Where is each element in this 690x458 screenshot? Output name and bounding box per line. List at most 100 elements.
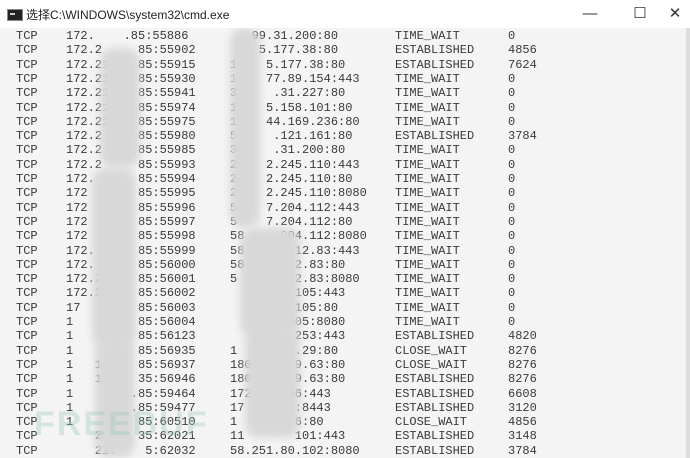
protocol: TCP [16, 157, 38, 172]
pid: 8276 [508, 372, 537, 387]
state: ESTABLISHED [395, 443, 475, 458]
state: ESTABLISHED [395, 400, 475, 415]
protocol: TCP [16, 300, 38, 315]
local-address: 172. .85:55886 [66, 29, 189, 43]
title-bar: 选择C:\WINDOWS\system32\cmd.exe — ☐ ✕ [0, 0, 690, 29]
protocol: TCP [16, 129, 38, 144]
pid: 0 [508, 114, 516, 129]
protocol: TCP [16, 243, 38, 258]
protocol: TCP [16, 343, 38, 358]
state: CLOSE_WAIT [395, 357, 468, 372]
protocol: TCP [16, 443, 38, 458]
redaction-blur [230, 28, 260, 228]
protocol: TCP [16, 257, 38, 272]
watermark: FREEBUF [34, 405, 209, 443]
state: CLOSE_WAIT [395, 415, 468, 430]
pid: 0 [508, 286, 516, 301]
protocol: TCP [16, 172, 38, 186]
state: TIME_WAIT [395, 257, 460, 272]
state: TIME_WAIT [395, 143, 460, 158]
state: TIME_WAIT [395, 214, 460, 229]
console-output[interactable]: TCP 172. .85:55886 99.31.200:80 TIME_WAIT 0… [0, 28, 690, 458]
pid: 8276 [508, 343, 537, 358]
protocol: TCP [16, 329, 38, 344]
state: TIME_WAIT [395, 229, 460, 244]
pid: 0 [508, 315, 516, 329]
pid: 4820 [508, 329, 537, 344]
state: TIME_WAIT [395, 172, 460, 186]
pid: 0 [508, 86, 516, 101]
pid: 0 [508, 186, 516, 201]
pid: 0 [508, 257, 516, 272]
console-icon [7, 9, 23, 21]
pid: 0 [508, 300, 516, 315]
state: CLOSE_WAIT [395, 343, 468, 358]
pid: 3148 [508, 429, 537, 444]
protocol: TCP [16, 86, 38, 101]
redaction-blur [92, 168, 136, 348]
pid: 3784 [508, 129, 537, 144]
protocol: TCP [16, 315, 38, 329]
pid: 0 [508, 243, 516, 258]
pid: 0 [508, 143, 516, 158]
state: TIME_WAIT [395, 200, 460, 215]
pid: 4856 [508, 415, 537, 430]
protocol: TCP [16, 114, 38, 129]
state: TIME_WAIT [395, 186, 460, 201]
state: ESTABLISHED [395, 386, 475, 401]
protocol: TCP [16, 71, 38, 86]
protocol: TCP [16, 372, 38, 387]
protocol: TCP [16, 57, 38, 72]
pid: 0 [508, 229, 516, 244]
state: TIME_WAIT [395, 86, 460, 101]
pid: 0 [508, 200, 516, 215]
pid: 0 [508, 272, 516, 287]
state: TIME_WAIT [395, 272, 460, 287]
protocol: TCP [16, 272, 38, 287]
pid: 0 [508, 214, 516, 229]
state: ESTABLISHED [395, 329, 475, 344]
state: ESTABLISHED [395, 429, 475, 444]
pid: 0 [508, 71, 516, 86]
table-row: TCP 172. .85:55886 99.31.200:80 TIME_WAIT 0 [0, 29, 680, 43]
pid: 6608 [508, 386, 537, 401]
state: ESTABLISHED [395, 57, 475, 72]
protocol: TCP [16, 100, 38, 115]
pid: 3120 [508, 400, 537, 415]
protocol: TCP [16, 200, 38, 215]
protocol: TCP [16, 43, 38, 58]
protocol: TCP [16, 286, 38, 301]
pid: 4856 [508, 43, 537, 58]
state: ESTABLISHED [395, 372, 475, 387]
maximize-button[interactable]: ☐ [620, 2, 660, 26]
pid: 0 [508, 29, 516, 43]
redaction-blur [240, 228, 300, 338]
protocol: TCP [16, 229, 38, 244]
state: TIME_WAIT [395, 315, 460, 329]
state: TIME_WAIT [395, 157, 460, 172]
state: TIME_WAIT [395, 100, 460, 115]
foreign-address: 58.251.80.102:8080 [230, 443, 360, 458]
state: TIME_WAIT [395, 29, 460, 43]
state: TIME_WAIT [395, 300, 460, 315]
redaction-blur [100, 48, 140, 168]
state: ESTABLISHED [395, 43, 475, 58]
pid: 7624 [508, 57, 537, 72]
protocol: TCP [16, 29, 38, 43]
protocol: TCP [16, 143, 38, 158]
pid: 0 [508, 172, 516, 186]
pid: 8276 [508, 357, 537, 372]
state: ESTABLISHED [395, 129, 475, 144]
redaction-blur [245, 328, 300, 438]
pid: 0 [508, 100, 516, 115]
protocol: TCP [16, 186, 38, 201]
state: TIME_WAIT [395, 286, 460, 301]
minimize-button[interactable]: — [570, 2, 610, 26]
protocol: TCP [16, 386, 38, 401]
state: TIME_WAIT [395, 114, 460, 129]
protocol: TCP [16, 214, 38, 229]
window-title: 选择C:\WINDOWS\system32\cmd.exe [26, 8, 230, 22]
close-button[interactable]: ✕ [660, 2, 690, 26]
protocol: TCP [16, 357, 38, 372]
state: TIME_WAIT [395, 243, 460, 258]
